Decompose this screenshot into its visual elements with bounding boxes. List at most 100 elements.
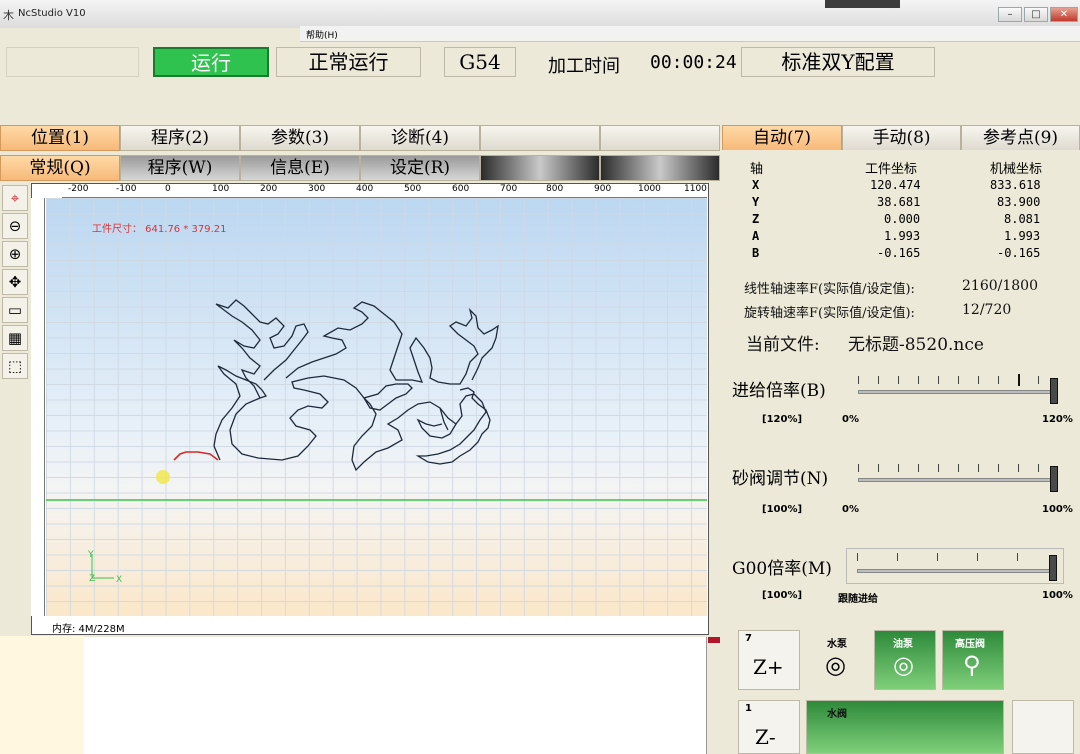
- ruler-label: 800: [546, 184, 564, 194]
- water-pump-label: 水泵: [827, 639, 847, 650]
- oil-pump-button[interactable]: 油泵 ◎: [874, 630, 936, 690]
- feed-override-min: 0%: [842, 414, 859, 425]
- sand-valve-slider[interactable]: [854, 462, 1064, 494]
- tab-empty-1: [480, 125, 600, 151]
- subtab-general[interactable]: 常规(Q): [0, 155, 120, 181]
- toolpath-plot[interactable]: 工件尺寸： 641.76 * 379.21 Y Z X: [46, 198, 707, 616]
- auto-panel: 轴 工件坐标 机械坐标 X 120.474 833.618 Y 38.681 8…: [722, 150, 1080, 754]
- tab-program[interactable]: 程序(2): [120, 125, 240, 151]
- scrollbar[interactable]: [706, 637, 722, 754]
- tab-diagnosis[interactable]: 诊断(4): [360, 125, 480, 151]
- subtab-info[interactable]: 信息(E): [240, 155, 360, 181]
- feed-override-label: 进给倍率(B): [732, 381, 826, 401]
- oil-pump-label: 油泵: [893, 639, 913, 650]
- z-minus-label: Z-: [755, 725, 776, 749]
- zoom-out-icon[interactable]: ⊖: [2, 213, 28, 239]
- coord-axis-y: Y: [752, 195, 760, 209]
- slider-track: [857, 569, 1057, 573]
- sand-valve-current: [100%]: [762, 504, 803, 515]
- minimize-button[interactable]: –: [998, 7, 1022, 22]
- window-icon[interactable]: ▭: [2, 297, 28, 323]
- close-button[interactable]: ✕: [1050, 7, 1078, 22]
- water-valve-label: 水阀: [827, 709, 847, 720]
- deer-toolpath: [213, 299, 499, 472]
- slider-thumb[interactable]: [1050, 466, 1058, 492]
- feed-override-slider[interactable]: [854, 374, 1064, 406]
- linear-feed-label: 线性轴速率F(实际值/设定值):: [744, 282, 915, 297]
- axis-z-label: Z: [89, 574, 96, 584]
- z-minus-button[interactable]: 1 Z-: [738, 700, 800, 754]
- status-blank-box: [6, 47, 139, 77]
- tab-auto[interactable]: 自动(7): [722, 125, 842, 151]
- menu-help[interactable]: 帮助(H): [306, 28, 338, 41]
- axis-x-label: X: [116, 575, 123, 585]
- g00-override-label: G00倍率(M): [732, 559, 832, 579]
- tab-parameters[interactable]: 参数(3): [240, 125, 360, 151]
- tab-manual[interactable]: 手动(8): [842, 125, 961, 151]
- tab-reference-point[interactable]: 参考点(9): [961, 125, 1080, 151]
- coord-work-b: -0.165: [877, 246, 921, 260]
- ruler-label: 600: [452, 184, 470, 194]
- ruler-label: 0: [165, 184, 171, 194]
- sand-valve-label: 砂阀调节(N): [732, 469, 829, 489]
- cube-icon[interactable]: ⬚: [2, 353, 28, 379]
- coord-axis-b: B: [752, 246, 760, 260]
- slider-thumb[interactable]: [1050, 378, 1058, 404]
- tab-position[interactable]: 位置(1): [0, 125, 120, 151]
- current-file-label: 当前文件:: [746, 335, 820, 355]
- ruler-label: 1100: [684, 184, 707, 194]
- high-pressure-valve-label: 高压阀: [955, 639, 985, 650]
- coord-work-x: 120.474: [870, 178, 921, 192]
- water-valve-button[interactable]: 水阀: [806, 700, 1004, 754]
- subtab-empty-1: [480, 155, 600, 181]
- subtab-empty-2: [600, 155, 720, 181]
- ruler-label: 400: [356, 184, 374, 194]
- ruler-label: 700: [500, 184, 518, 194]
- scrollbar-marker: [708, 637, 720, 643]
- toolpath-drawing: [46, 299, 707, 579]
- z-plus-shortcut: 7: [745, 633, 752, 644]
- z-minus-shortcut: 1: [745, 703, 752, 714]
- current-path-segment: [173, 451, 219, 461]
- feed-override-max: 120%: [1042, 414, 1073, 425]
- subtab-settings[interactable]: 设定(R): [360, 155, 480, 181]
- tool-position-marker: [156, 470, 170, 484]
- z-plus-button[interactable]: 7 Z+: [738, 630, 800, 690]
- coord-axis-x: X: [752, 178, 760, 192]
- crosshair-icon[interactable]: ⌖: [2, 185, 28, 211]
- view-toolbar: ⌖ ⊖ ⊕ ✥ ▭ ▦ ⬚: [0, 183, 30, 383]
- g00-override-current: [100%]: [762, 590, 803, 601]
- feed-override-current: [120%]: [762, 414, 803, 425]
- target-icon[interactable]: ✥: [2, 269, 28, 295]
- tab-empty-2: [600, 125, 720, 151]
- indicator-strip: [825, 0, 900, 8]
- coord-axis-a: A: [752, 229, 760, 243]
- table-icon[interactable]: ▦: [2, 325, 28, 351]
- g00-override-slider[interactable]: [846, 548, 1064, 584]
- ruler-label: 200: [260, 184, 278, 194]
- horizontal-ruler: -200 -100 0 100 200 300 400 500 600 700 …: [62, 184, 707, 198]
- vertical-ruler: [31, 198, 45, 616]
- zoom-in-icon[interactable]: ⊕: [2, 241, 28, 267]
- rotary-feed-value: 12/720: [962, 302, 1012, 318]
- title-bar: 木 NcStudio V10 – □ ✕: [0, 0, 1080, 28]
- coord-machine-x: 833.618: [990, 178, 1041, 192]
- sand-valve-max: 100%: [1042, 504, 1073, 515]
- axis-y-label: Y: [88, 550, 94, 560]
- output-area: [84, 637, 706, 754]
- slider-thumb[interactable]: [1049, 555, 1057, 581]
- window-title: NcStudio V10: [18, 8, 86, 19]
- water-pump-button[interactable]: 水泵 ◎: [806, 630, 868, 690]
- slider-track: [858, 390, 1058, 394]
- coord-machine-b: -0.165: [997, 246, 1041, 260]
- current-file-value: 无标题-8520.nce: [848, 335, 984, 355]
- ruler-label: 100: [212, 184, 230, 194]
- ruler-label: 300: [308, 184, 326, 194]
- valve-icon: ⚲: [963, 651, 981, 679]
- high-pressure-valve-button[interactable]: 高压阀 ⚲: [942, 630, 1004, 690]
- jog-button-extra[interactable]: [1012, 700, 1074, 754]
- maximize-button[interactable]: □: [1024, 7, 1048, 22]
- z-plus-label: Z+: [753, 655, 784, 679]
- subtab-program[interactable]: 程序(W): [120, 155, 240, 181]
- ruler-label: -100: [116, 184, 137, 194]
